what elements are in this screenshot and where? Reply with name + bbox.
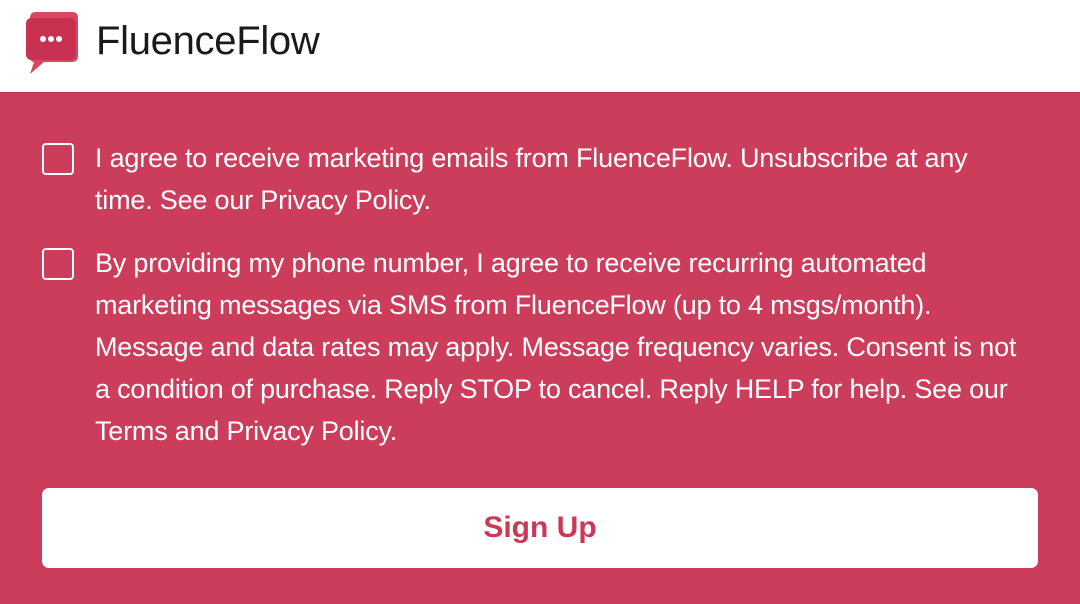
sms-consent-checkbox[interactable] — [42, 248, 74, 280]
sms-consent-text: By providing my phone number, I agree to… — [95, 248, 1017, 446]
chat-bubble-dots-icon — [26, 12, 78, 74]
email-consent-checkbox[interactable] — [42, 143, 74, 175]
brand-name: FluenceFlow — [96, 19, 320, 63]
email-consent-text: I agree to receive marketing emails from… — [95, 143, 968, 215]
sign-up-button[interactable]: Sign Up — [42, 488, 1038, 568]
signup-consent-panel: I agree to receive marketing emails from… — [0, 92, 1080, 604]
app-header: FluenceFlow — [0, 0, 1080, 92]
